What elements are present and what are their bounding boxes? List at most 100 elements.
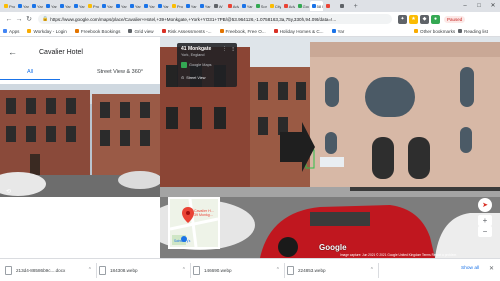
zoom-in-button[interactable]: + xyxy=(478,215,492,226)
browser-tab[interactable]: Yar xyxy=(72,1,85,11)
tab-label: Yar xyxy=(78,3,85,9)
address-bar[interactable]: 🔒 https://www.google.com/maps/place/Cava… xyxy=(38,14,392,24)
download-item[interactable]: 146690.webp ⌃ xyxy=(193,262,285,278)
browser-tab[interactable]: Yar xyxy=(128,1,141,11)
image-capture-footer: Image capture: Jun 2021 © 2021 Google Un… xyxy=(340,253,457,257)
tab-favicon xyxy=(157,4,162,8)
back-arrow-icon[interactable]: ← xyxy=(8,47,17,57)
bookmark-item[interactable]: Workday - Login xyxy=(27,29,67,34)
puzzle-icon[interactable]: ◆ xyxy=(420,14,429,24)
close-window-button[interactable]: ✕ xyxy=(486,0,500,12)
window-controls: – □ ✕ xyxy=(458,0,500,12)
browser-tab[interactable] xyxy=(338,1,351,11)
google-maps-link[interactable]: Google Maps xyxy=(181,62,233,68)
chevron-up-icon[interactable]: ⌃ xyxy=(88,267,92,273)
tab-label: Proj xyxy=(92,3,100,9)
browser-tab[interactable]: Yar xyxy=(184,1,197,11)
bookmark-item[interactable]: Grid view xyxy=(128,29,154,34)
download-item[interactable]: 184308.webp ⌃ xyxy=(99,262,191,278)
tab-favicon xyxy=(297,4,302,8)
show-all-downloads-button[interactable]: Show all xyxy=(461,266,479,271)
browser-tab[interactable]: Goo xyxy=(296,1,309,11)
tab-label: Yar xyxy=(148,3,155,9)
bookmark-label: Freebook, Free O... xyxy=(225,28,266,34)
tab-street-view-360[interactable]: Street View & 360° xyxy=(80,67,160,80)
chevron-up-icon[interactable]: ⌃ xyxy=(182,267,186,273)
back-icon[interactable]: ← xyxy=(4,16,14,23)
bookmark-item[interactable]: Holiday Homes & C... xyxy=(273,29,324,34)
browser-tab[interactable]: Yar xyxy=(44,1,57,11)
close-downloads-icon[interactable]: ✕ xyxy=(489,265,494,272)
bookmark-icon xyxy=(161,29,166,33)
compass-icon[interactable]: ➤ xyxy=(478,198,492,212)
bookmark-icon xyxy=(74,29,79,33)
minimap[interactable]: Cavalier H... 39 Monkg... Sainsbury's xyxy=(168,197,220,249)
bookmark-item[interactable]: Freebook, Free O... xyxy=(219,28,266,34)
rotate-360-icon: ⟲ xyxy=(6,189,12,195)
browser-tab[interactable]: Yar xyxy=(58,1,71,11)
other-bookmarks[interactable]: Other bookmarks xyxy=(414,29,455,34)
browser-tab[interactable]: Yar xyxy=(198,1,211,11)
browser-tab[interactable]: Proj xyxy=(2,1,15,11)
tab-favicon xyxy=(4,4,8,8)
browser-tab[interactable]: Adv xyxy=(282,1,295,11)
location-card: 41 Monkgate York, England Google Maps ⊙ … xyxy=(177,43,237,87)
reading-list[interactable]: Reading list xyxy=(458,29,488,34)
bookmark-item[interactable]: Apps xyxy=(3,29,19,34)
browser-tab[interactable]: Yar xyxy=(156,1,169,11)
browser-tab[interactable]: Adv xyxy=(226,1,239,11)
extension-icon[interactable]: ✦ xyxy=(398,14,407,24)
tab-label: Yar xyxy=(120,3,127,9)
file-icon xyxy=(99,265,106,275)
maps-link-label: Google Maps xyxy=(189,63,212,67)
browser-tab[interactable]: City xyxy=(268,1,281,11)
tab-favicon xyxy=(325,4,330,8)
star-icon[interactable]: ★ xyxy=(409,14,418,24)
browser-tab[interactable]: Yar xyxy=(240,1,253,11)
browser-tab[interactable]: Yar xyxy=(30,1,43,11)
new-tab-button[interactable]: + xyxy=(354,3,358,10)
chevron-up-icon[interactable]: ⌃ xyxy=(276,267,280,273)
tab-strip: Proj Yar Yar Yar Yar Yar Proj Yar Yar Yar Yar Yar Pr… xyxy=(0,0,500,12)
browser-tab[interactable] xyxy=(324,1,337,11)
reload-icon[interactable]: ↻ xyxy=(24,15,34,23)
tab-favicon xyxy=(73,4,78,8)
place-title: Cavalier Hotel xyxy=(39,48,83,56)
forward-icon[interactable]: → xyxy=(14,16,24,23)
browser-tab[interactable]: Proj xyxy=(86,1,99,11)
more-menu-icon[interactable]: ⁝ xyxy=(232,46,234,53)
chevron-up-icon[interactable]: ⌃ xyxy=(370,267,374,273)
bookmark-item[interactable]: Freebook Bookings xyxy=(74,29,120,34)
browser-tab[interactable]: Sort xyxy=(254,1,267,11)
browser-tab[interactable]: W xyxy=(212,1,225,11)
download-item[interactable]: 213d4-88586b9c....docx ⌃ xyxy=(5,262,97,278)
street-view-toggle[interactable]: ⊙ Street View xyxy=(181,75,233,81)
tab-label: Yar xyxy=(162,3,169,9)
zoom-out-button[interactable]: − xyxy=(478,226,492,237)
download-filename: 213d4-88586b9c....docx xyxy=(16,267,66,273)
street-view-icon: ⊙ xyxy=(181,76,185,80)
download-item[interactable]: 224853.webp ⌃ xyxy=(287,262,379,278)
tab-favicon xyxy=(171,4,176,8)
avatar-icon[interactable]: ● xyxy=(431,14,440,24)
share-icon[interactable]: ⋮ xyxy=(222,46,227,52)
bookmark-label: Risk Assessments -... xyxy=(167,28,212,34)
bookmark-item[interactable]: Risk Assessments -... xyxy=(161,28,212,34)
browser-tab[interactable]: Yar xyxy=(100,1,113,11)
tab-label: Proj xyxy=(176,3,183,9)
browser-tab[interactable]: 58 l xyxy=(309,1,323,11)
tab-label: Yar xyxy=(22,3,29,9)
browser-tab[interactable]: Proj xyxy=(170,1,183,11)
browser-tab[interactable]: Yar xyxy=(142,1,155,11)
maximize-button[interactable]: □ xyxy=(472,0,486,12)
minimize-button[interactable]: – xyxy=(458,0,472,12)
bookmark-item[interactable]: Yar xyxy=(331,29,344,34)
bookmarks-bar: Apps Workday - Login Freebook Bookings Grid… xyxy=(0,26,500,37)
reading-list-icon xyxy=(458,29,462,33)
browser-tab[interactable]: Yar xyxy=(114,1,127,11)
paused-badge[interactable]: Paused xyxy=(444,15,466,23)
street-view-thumbnail[interactable]: ⟲ xyxy=(0,84,160,197)
tab-favicon xyxy=(101,4,106,8)
browser-tab[interactable]: Yar xyxy=(16,1,29,11)
bookmark-label: Reading list xyxy=(464,28,489,34)
